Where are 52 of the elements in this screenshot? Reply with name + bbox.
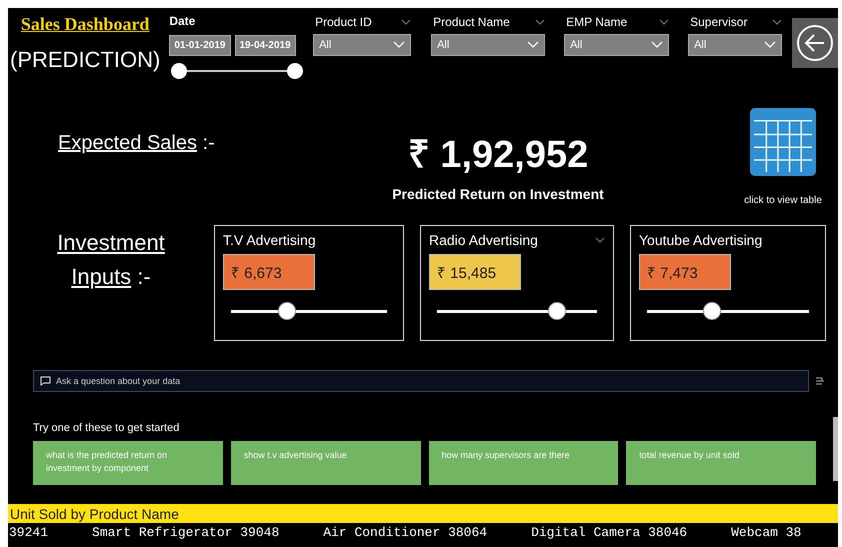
filter-dropdown[interactable]: All [564, 34, 670, 56]
ticker-item: Digital Camera 38046 [531, 524, 688, 540]
filter-label: EMP Name [566, 15, 628, 29]
filter-dropdown[interactable]: All [313, 34, 412, 56]
filter-label: Supervisor [690, 15, 748, 29]
filter-dropdown[interactable]: All [688, 34, 782, 56]
suggestion-button[interactable]: what is the predicted return on investment by component [33, 441, 223, 485]
chevron-icon[interactable] [772, 19, 782, 25]
filter-label: Product ID [315, 15, 372, 29]
suggestion-button[interactable]: total revenue by unit sold [626, 441, 816, 485]
chevron-icon[interactable] [535, 19, 546, 25]
slider-thumb[interactable] [548, 302, 566, 320]
slider-thumb[interactable] [287, 63, 304, 79]
date-field[interactable]: 19-04-2019 [234, 35, 296, 56]
chat-icon [40, 376, 51, 386]
expected-sales-label: Expected Sales :- [58, 131, 215, 156]
dashboard-subtitle: (PREDICTION) [10, 47, 160, 73]
card-title: Radio Advertising [429, 232, 538, 248]
ticker-item: Air Conditioner 38064 [323, 524, 488, 540]
slider-thumb[interactable] [703, 302, 722, 320]
suggestion-button[interactable]: show t.v advertising value [230, 441, 421, 485]
value-badge: ₹ 15,485 [429, 254, 521, 290]
filter-label: Product Name [433, 15, 510, 29]
chevron-icon[interactable] [401, 19, 412, 25]
kpi-caption: Predicted Return on Investment [392, 186, 604, 202]
view-table-link[interactable]: click to view table [744, 195, 822, 206]
chevron-icon[interactable] [595, 237, 605, 243]
date-label: Date [169, 14, 196, 30]
card-title: T.V Advertising [223, 232, 316, 248]
slider-thumb[interactable] [278, 302, 296, 320]
kpi-value: ₹ 1,92,952 [408, 133, 588, 178]
chevron-icon[interactable] [659, 19, 670, 25]
scrollbar-thumb[interactable] [833, 417, 838, 481]
date-field[interactable]: 01-01-2019 [169, 35, 230, 56]
value-badge: ₹ 7,473 [639, 254, 731, 290]
investment-inputs-label: Investment [57, 230, 165, 256]
card-title: Youtube Advertising [639, 232, 762, 248]
filter-dropdown[interactable]: All [431, 34, 546, 56]
value-badge: ₹ 6,673 [223, 254, 315, 290]
slider-thumb[interactable] [171, 63, 188, 79]
dashboard-title: Sales Dashboard [20, 14, 150, 35]
options-icon[interactable] [815, 376, 825, 386]
ticker-item: 39241 [9, 524, 48, 540]
investment-inputs-label: Inputs :- [71, 264, 151, 290]
ticker-item: Smart Refrigerator 39048 [92, 524, 280, 540]
ticker-title: Unit Sold by Product Name [8, 504, 838, 523]
table-icon[interactable] [749, 107, 817, 177]
suggestions-heading: Try one of these to get started [33, 422, 180, 434]
ticker-item: Webcam 38 [731, 524, 802, 540]
suggestion-button[interactable]: how many supervisors are there [428, 441, 618, 485]
back-button[interactable] [792, 18, 838, 68]
question-field[interactable]: Ask a question about your data [33, 370, 809, 392]
